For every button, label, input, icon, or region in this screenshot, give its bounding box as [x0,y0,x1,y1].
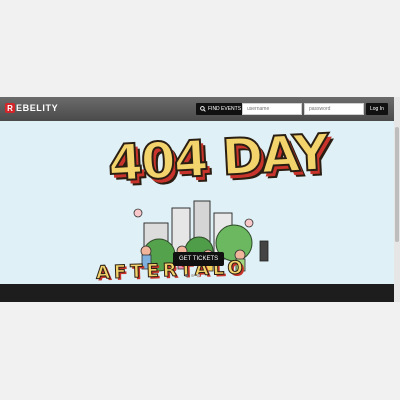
logo-text: EBELITY [16,103,59,113]
carousel-dot[interactable] [191,274,194,277]
hero-title: 404 DAY [106,122,330,193]
carousel-dot[interactable] [197,274,200,277]
carousel-dots [185,274,200,277]
find-events-label: FIND EVENTS [208,106,242,112]
username-field[interactable] [242,103,302,115]
brand-logo[interactable]: R EBELITY [5,103,58,113]
browser-top-blank [0,0,400,97]
hero-subtitle: AFTERTALO [95,257,248,284]
website-viewport: R EBELITY FIND EVENTS Log In 404 DAY [0,97,394,302]
get-tickets-button[interactable]: GET TICKETS [173,252,225,266]
login-button[interactable]: Log In [366,103,388,115]
find-events-button[interactable]: FIND EVENTS [196,103,246,115]
logo-mark: R [5,103,15,113]
footer-bar [0,284,394,302]
carousel-dot[interactable] [185,274,188,277]
scrollbar-thumb[interactable] [395,127,399,242]
browser-bottom-blank [0,302,400,400]
search-icon [200,106,206,112]
navbar: R EBELITY FIND EVENTS Log In [0,97,394,121]
page-scrollbar[interactable] [394,97,400,302]
password-field[interactable] [304,103,364,115]
